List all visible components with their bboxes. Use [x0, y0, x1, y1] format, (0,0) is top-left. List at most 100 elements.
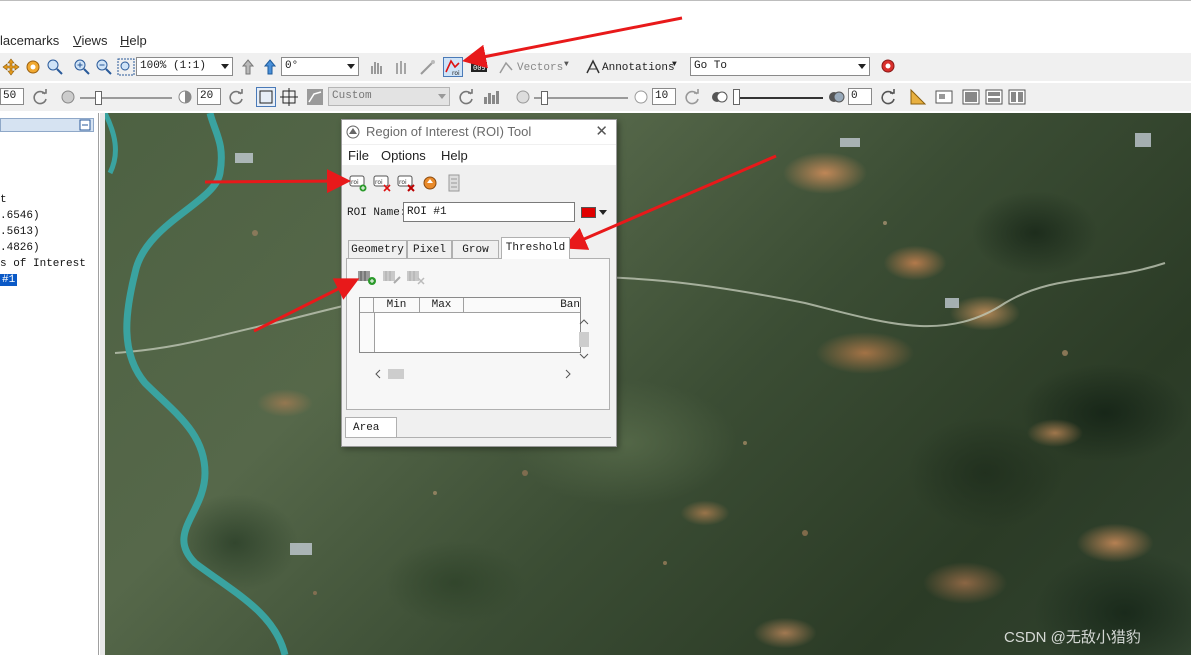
- portal-icon[interactable]: [935, 88, 953, 106]
- left-value-field[interactable]: 50: [0, 88, 24, 105]
- zoom-extent-icon[interactable]: [117, 58, 135, 76]
- roi-menu-options[interactable]: Options: [381, 148, 426, 163]
- fixed-zoom-icon[interactable]: [46, 58, 64, 76]
- new-roi-icon[interactable]: roi: [349, 174, 367, 192]
- menu-help[interactable]: Help: [120, 33, 147, 48]
- rotate-icon[interactable]: [24, 58, 42, 76]
- tree-item[interactable]: .4826): [0, 242, 40, 254]
- roi-name-label: ROI Name:: [347, 207, 407, 219]
- fit-view-icon[interactable]: [256, 87, 276, 107]
- tree-item[interactable]: t: [0, 194, 7, 206]
- tab-grow[interactable]: Grow: [452, 240, 499, 258]
- reset-sharpen-icon[interactable]: [683, 88, 701, 106]
- display-toolbar: 50 20 Custom 10 0: [0, 83, 1191, 111]
- collapse-icon[interactable]: [79, 119, 91, 131]
- image-view[interactable]: [105, 113, 1191, 655]
- vertical-scrollbar[interactable]: [577, 319, 591, 369]
- goto-pin-icon[interactable]: [879, 58, 897, 76]
- roi-menu-file[interactable]: File: [348, 148, 369, 163]
- watermark: CSDN @无敌小猎豹: [1004, 629, 1141, 646]
- sharpen-slider-thumb[interactable]: [541, 91, 548, 105]
- tab-geometry[interactable]: Geometry: [348, 240, 407, 258]
- crosshair-tool-icon[interactable]: [419, 58, 437, 76]
- tree-item-roi-selected[interactable]: #1: [0, 274, 18, 286]
- tree-item-regions-of-interest[interactable]: s of Interest: [0, 258, 86, 270]
- roi-name-input[interactable]: ROI #1: [403, 202, 575, 222]
- annotations-dropdown-icon[interactable]: ▼: [672, 60, 677, 69]
- tree-item[interactable]: .6546): [0, 210, 40, 222]
- tab-area[interactable]: Area: [345, 417, 397, 437]
- ruler-icon[interactable]: [909, 88, 927, 106]
- brightness-slider-thumb[interactable]: [95, 91, 102, 105]
- vectors-dropdown-icon[interactable]: ▼: [564, 60, 569, 69]
- pan-icon[interactable]: [2, 58, 20, 76]
- column-header-min[interactable]: Min: [374, 298, 420, 313]
- menu-placemarks[interactable]: lacemarks: [0, 33, 59, 48]
- transparency-slider[interactable]: [733, 97, 823, 99]
- reset-transparency-icon[interactable]: [879, 88, 897, 106]
- stretch-icon[interactable]: [306, 88, 324, 106]
- hand-tool-icon[interactable]: [367, 58, 385, 76]
- row-header: [360, 313, 375, 352]
- flicker-tool-icon[interactable]: [393, 58, 411, 76]
- reset-icon[interactable]: [31, 88, 49, 106]
- goto-combo[interactable]: Go To: [690, 57, 870, 76]
- sharpen-value-field[interactable]: 10: [652, 88, 676, 105]
- annotations-label[interactable]: Annotations: [602, 62, 675, 74]
- measure-tool-icon[interactable]: 009: [470, 58, 488, 76]
- zoom-out-icon[interactable]: [95, 58, 113, 76]
- center-view-icon[interactable]: [280, 88, 298, 106]
- sharpen-low-icon: [516, 90, 530, 104]
- brightness-slider[interactable]: [80, 97, 172, 99]
- delete-threshold-icon[interactable]: [406, 268, 426, 286]
- svg-text:roi: roi: [375, 179, 383, 186]
- goto-roi-icon[interactable]: [421, 174, 439, 192]
- horizontal-scrollbar[interactable]: [373, 367, 577, 381]
- rotate-north-icon[interactable]: [239, 58, 257, 76]
- roi-menu-help[interactable]: Help: [441, 148, 468, 163]
- reset-brightness-icon[interactable]: [227, 88, 245, 106]
- tab-threshold[interactable]: Threshold: [501, 237, 570, 259]
- edit-threshold-icon[interactable]: [382, 268, 402, 286]
- svg-text:roi: roi: [452, 70, 460, 77]
- envi-app-icon: [346, 125, 360, 139]
- reset-stretch-icon[interactable]: [457, 88, 475, 106]
- main-menubar: lacemarks Views Help: [0, 30, 1191, 52]
- brightness-value-field[interactable]: 20: [197, 88, 221, 105]
- column-header-max[interactable]: Max: [420, 298, 464, 313]
- table-corner: [360, 298, 374, 313]
- layout-split-icon[interactable]: [1008, 88, 1026, 106]
- zoom-in-icon[interactable]: [73, 58, 91, 76]
- vectors-label[interactable]: Vectors: [517, 62, 563, 74]
- vectors-icon[interactable]: [498, 58, 516, 76]
- rotate-up-icon[interactable]: [261, 58, 279, 76]
- add-threshold-icon[interactable]: [357, 268, 377, 286]
- menu-views[interactable]: Views: [73, 33, 107, 48]
- layout-double-icon[interactable]: [985, 88, 1003, 106]
- roi-titlebar[interactable]: Region of Interest (ROI) Tool ✕: [342, 120, 616, 144]
- roi-color-swatch[interactable]: [581, 207, 596, 218]
- zoom-combo[interactable]: 100% (1:1): [136, 57, 233, 76]
- histogram-icon[interactable]: [482, 88, 500, 106]
- roi-dialog-title: Region of Interest (ROI) Tool: [366, 124, 532, 139]
- transparency-low-icon: [712, 91, 728, 103]
- annotations-icon[interactable]: [584, 58, 602, 76]
- close-icon[interactable]: ✕: [595, 122, 608, 140]
- layer-manager-panel: t .6546) .5613) .4826) s of Interest #1: [0, 113, 99, 655]
- column-header-band[interactable]: Ban: [464, 298, 580, 313]
- roi-tool-icon[interactable]: roi: [443, 57, 463, 77]
- delete-roi-icon[interactable]: roi: [373, 174, 391, 192]
- rotation-combo[interactable]: 0°: [281, 57, 359, 76]
- transparency-value-field[interactable]: 0: [848, 88, 872, 105]
- tab-pixel[interactable]: Pixel: [407, 240, 452, 258]
- roi-color-dropdown-icon[interactable]: [599, 210, 607, 215]
- transparency-slider-thumb[interactable]: [733, 89, 740, 105]
- sharpen-slider[interactable]: [534, 97, 628, 99]
- tree-item[interactable]: .5613): [0, 226, 40, 238]
- stretch-combo[interactable]: Custom: [328, 87, 450, 106]
- title-strip: [0, 0, 1191, 31]
- stats-roi-icon[interactable]: [445, 174, 463, 192]
- layer-search-field[interactable]: [0, 118, 94, 132]
- delete-all-roi-icon[interactable]: roi: [397, 174, 415, 192]
- layout-single-icon[interactable]: [962, 88, 980, 106]
